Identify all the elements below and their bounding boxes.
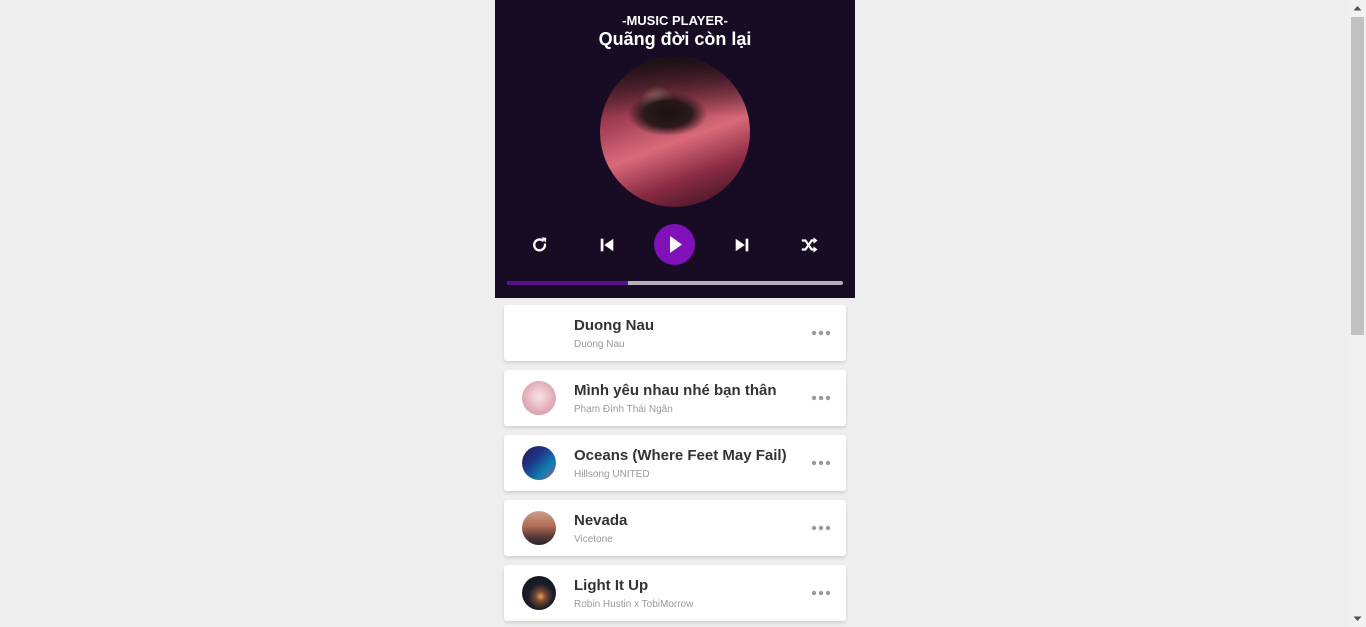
scroll-up-button[interactable]: [1349, 0, 1366, 17]
prev-button[interactable]: [598, 236, 616, 254]
song-item[interactable]: Mình yêu nhau nhé bạn thân Phạm Đình Thá…: [504, 370, 846, 426]
progress-bar[interactable]: [507, 281, 843, 285]
caret-up-icon: [1353, 6, 1362, 11]
song-item[interactable]: Light It Up Robin Hustin x TobiMorrow: [504, 565, 846, 621]
song-author: Vicetone: [574, 534, 613, 545]
song-options-button[interactable]: [810, 326, 832, 340]
progress-fill: [507, 281, 628, 285]
song-thumbnail: [522, 576, 556, 610]
page-scrollbar[interactable]: [1349, 0, 1366, 627]
song-author: Duong Nau: [574, 339, 625, 350]
song-thumbnail: [522, 316, 556, 350]
ellipsis-icon: [811, 525, 831, 531]
cd-thumbnail: [600, 57, 750, 207]
repeat-button[interactable]: [531, 236, 549, 254]
song-thumbnail: [522, 446, 556, 480]
next-button[interactable]: [733, 236, 751, 254]
ellipsis-icon: [811, 590, 831, 596]
song-options-button[interactable]: [810, 456, 832, 470]
scrollbar-thumb[interactable]: [1351, 17, 1364, 335]
song-title: Mình yêu nhau nhé bạn thân: [574, 382, 777, 399]
song-title: Light It Up: [574, 577, 649, 594]
shuffle-button[interactable]: [800, 236, 818, 254]
repeat-icon: [533, 237, 547, 252]
step-forward-icon: [735, 238, 749, 252]
caret-down-icon: [1353, 616, 1362, 621]
song-author: Robin Hustin x TobiMorrow: [574, 599, 694, 610]
song-options-button[interactable]: [810, 521, 832, 535]
song-options-button[interactable]: [810, 586, 832, 600]
player-dashboard: -MUSIC PLAYER- Quãng đời còn lại: [495, 0, 855, 298]
ellipsis-icon: [811, 330, 831, 336]
song-item[interactable]: Nevada Vicetone: [504, 500, 846, 556]
song-thumbnail: [522, 511, 556, 545]
play-icon: [670, 236, 682, 253]
playlist: Duong Nau Duong Nau Mình yêu nhau nhé bạ…: [495, 298, 855, 627]
song-author: Hillsong UNITED: [574, 469, 650, 480]
song-title: Duong Nau: [574, 317, 654, 334]
song-item[interactable]: Oceans (Where Feet May Fail) Hillsong UN…: [504, 435, 846, 491]
ellipsis-icon: [811, 460, 831, 466]
song-thumbnail: [522, 381, 556, 415]
play-button[interactable]: [654, 224, 695, 265]
song-options-button[interactable]: [810, 391, 832, 405]
song-title: Oceans (Where Feet May Fail): [574, 447, 787, 464]
song-item[interactable]: Duong Nau Duong Nau: [504, 305, 846, 361]
random-icon: [801, 237, 818, 253]
song-title: Nevada: [574, 512, 628, 529]
scroll-down-button[interactable]: [1349, 610, 1366, 627]
app-label: -MUSIC PLAYER-: [622, 13, 728, 28]
current-song-title: Quãng đời còn lại: [598, 29, 752, 49]
step-backward-icon: [600, 238, 614, 252]
ellipsis-icon: [811, 395, 831, 401]
song-author: Phạm Đình Thái Ngân: [574, 404, 673, 415]
